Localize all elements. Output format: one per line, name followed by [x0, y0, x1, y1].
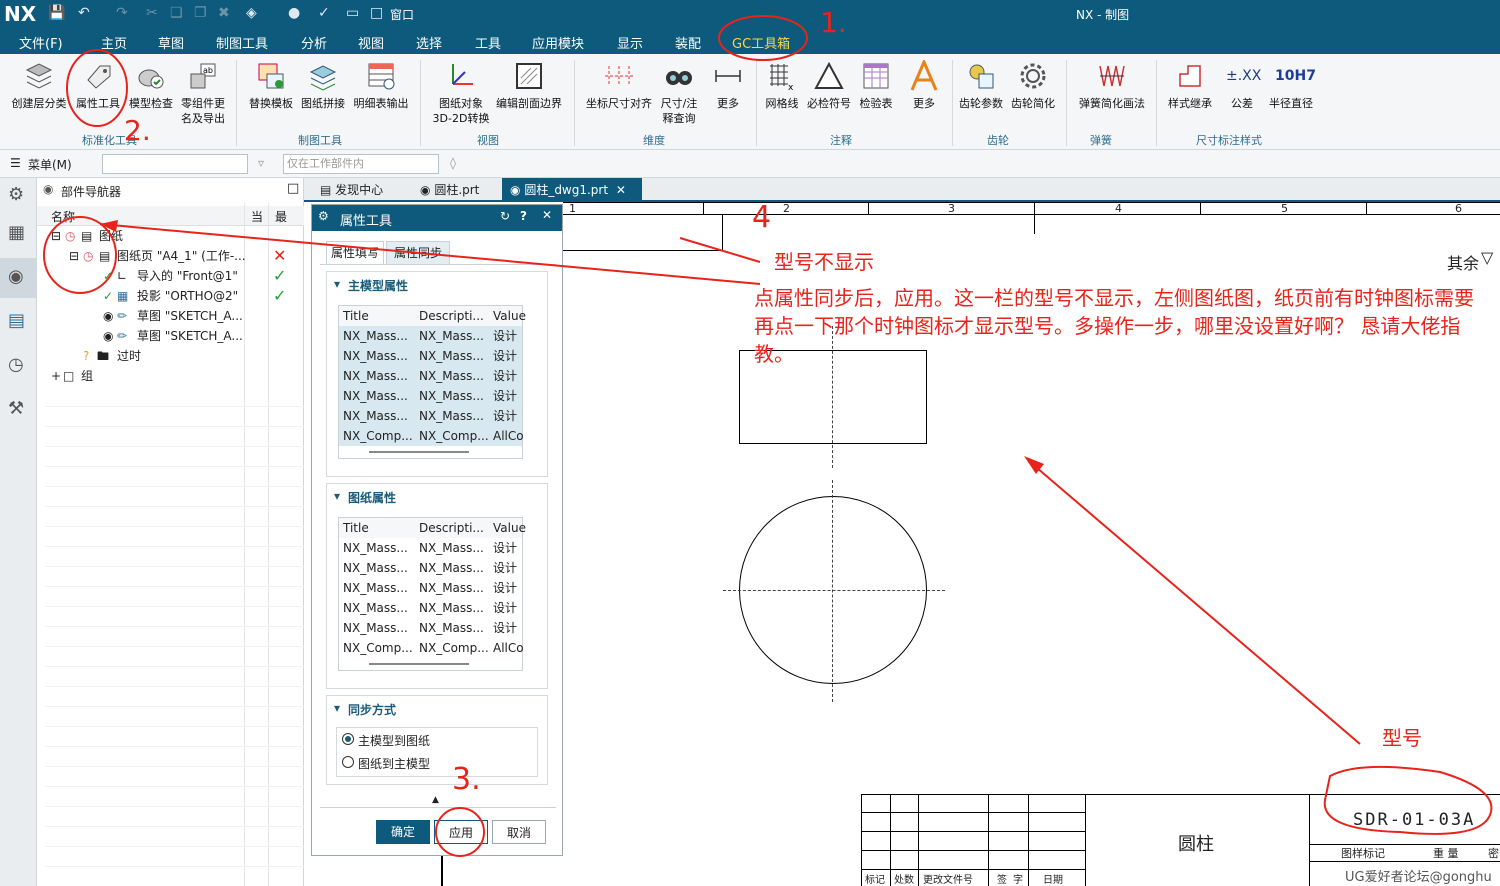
step-1-annotation: 1.: [820, 6, 847, 39]
highlight-circle-apply: [435, 807, 485, 857]
arrow-line: [679, 237, 761, 263]
annotation-overlay: [43, 15, 1493, 857]
step-3-annotation: 3.: [452, 762, 481, 797]
arrow-line: [1029, 461, 1361, 745]
highlight-circle-attribute-tool: [66, 49, 128, 127]
not-shown-annotation: 型号不显示: [774, 250, 874, 274]
step-4-annotation: 4: [752, 200, 772, 235]
description-annotation: 点属性同步后，应用。这一栏的型号不显示，左侧图纸图，纸页前有时钟图标需要再点一下…: [754, 286, 1474, 366]
highlight-circle-model-number: [1323, 765, 1493, 835]
step-2-annotation: 2.: [124, 114, 151, 147]
highlight-circle-clock: [43, 216, 117, 294]
highlight-circle-gc-toolbox: [718, 15, 808, 61]
arrow-line: [99, 223, 761, 285]
model-label-annotation: 型号: [1382, 726, 1422, 750]
